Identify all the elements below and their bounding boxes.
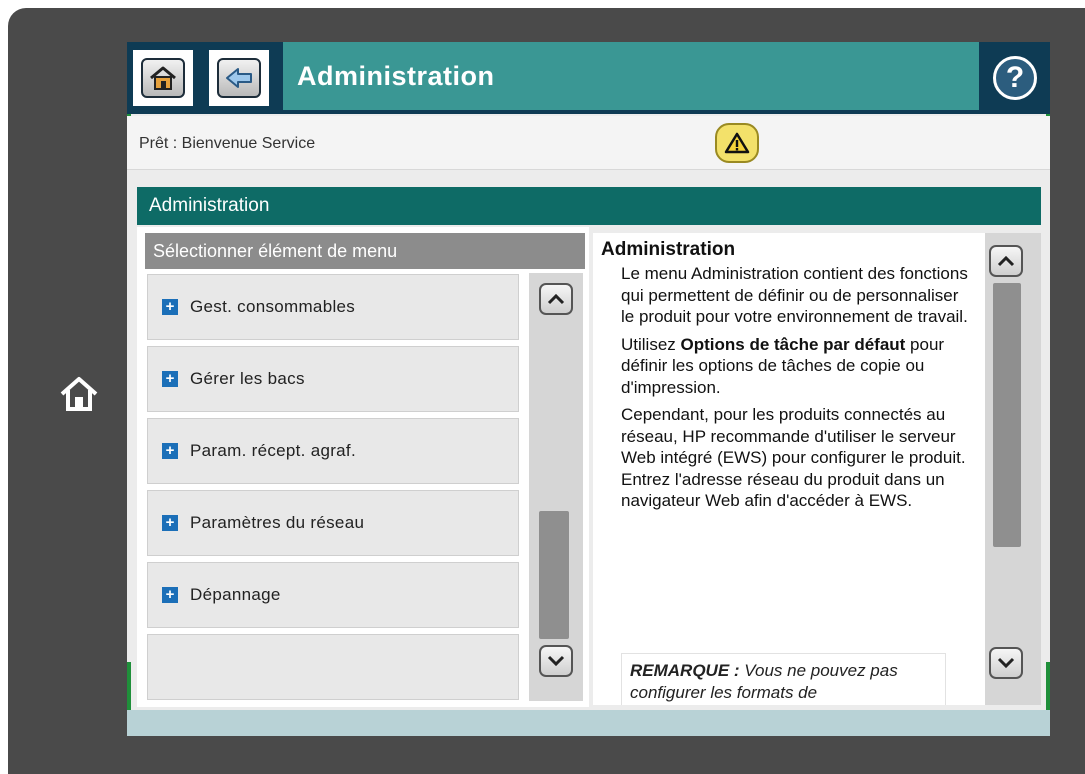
menu-scroll-down-button[interactable] — [539, 645, 573, 677]
home-icon — [150, 66, 176, 90]
home-icon[interactable] — [58, 373, 100, 415]
back-button[interactable] — [209, 50, 269, 106]
chevron-up-icon — [547, 293, 565, 305]
help-button[interactable]: ? — [984, 48, 1046, 108]
expand-plus-icon: + — [162, 443, 178, 459]
help-scroll-up-button[interactable] — [989, 245, 1023, 277]
chevron-down-icon — [997, 657, 1015, 669]
menu-scroll-thumb[interactable] — [539, 511, 569, 639]
warning-icon — [724, 132, 750, 154]
menu-item-label: Param. récept. agraf. — [190, 441, 356, 460]
bottom-strip — [127, 710, 1050, 736]
menu-item-gerer-bacs[interactable]: + Gérer les bacs — [147, 346, 519, 412]
menu-item-label: Dépannage — [190, 585, 281, 604]
home-button-face[interactable] — [141, 58, 185, 98]
menu-item-gest-consommables[interactable]: + Gest. consommables — [147, 274, 519, 340]
help-p2-prefix: Utilisez — [621, 334, 681, 354]
menu-item-label: Gérer les bacs — [190, 369, 305, 388]
help-p2-bold: Options de tâche par défaut — [680, 334, 906, 354]
help-scroll-down-button[interactable] — [989, 647, 1023, 679]
remark-label: REMARQUE : — [630, 661, 740, 680]
menu-item-label: Gest. consommables — [190, 297, 356, 316]
menu-item-empty — [147, 634, 519, 700]
menu-item-depannage[interactable]: + Dépannage — [147, 562, 519, 628]
back-button-face[interactable] — [217, 58, 261, 98]
status-bar: Prêt : Bienvenue Service — [127, 116, 1050, 170]
expand-plus-icon: + — [162, 587, 178, 603]
help-paragraph-3: Cependant, pour les produits connectés a… — [621, 405, 966, 510]
help-pane: Administration Le menu Administration co… — [593, 233, 1041, 705]
page-title: Administration — [297, 60, 495, 91]
help-scroll-thumb[interactable] — [993, 283, 1021, 547]
top-bar: Administration ? — [127, 42, 1050, 114]
menu-list-header: Sélectionner élément de menu — [145, 233, 585, 269]
help-paragraph-1: Le menu Administration contient des fonc… — [621, 264, 968, 326]
help-remark: REMARQUE : Vous ne pouvez pas configurer… — [621, 653, 946, 705]
help-body: Le menu Administration contient des fonc… — [621, 263, 976, 518]
help-paragraph-2: Utilisez Options de tâche par défaut pou… — [621, 334, 976, 399]
chevron-up-icon — [997, 255, 1015, 267]
help-icon: ? — [993, 56, 1037, 100]
warning-button[interactable] — [715, 123, 759, 163]
expand-plus-icon: + — [162, 299, 178, 315]
page-title-bar: Administration — [283, 42, 979, 110]
help-title: Administration — [601, 239, 736, 260]
menu-scroll-up-button[interactable] — [539, 283, 573, 315]
home-button[interactable] — [133, 50, 193, 106]
status-text: Prêt : Bienvenue Service — [139, 135, 316, 152]
menu-item-label: Paramètres du réseau — [190, 513, 365, 532]
expand-plus-icon: + — [162, 515, 178, 531]
help-label: ? — [1005, 61, 1025, 94]
back-arrow-icon — [226, 68, 252, 88]
menu-item-parametres-reseau[interactable]: + Paramètres du réseau — [147, 490, 519, 556]
expand-plus-icon: + — [162, 371, 178, 387]
menu-list-area: Sélectionner élément de menu + Gest. con… — [137, 227, 589, 707]
menu-item-param-recept-agraf[interactable]: + Param. récept. agraf. — [147, 418, 519, 484]
touchscreen: Administration ? Prêt : Bienvenue Servic… — [127, 42, 1050, 736]
chevron-down-icon — [547, 655, 565, 667]
panel-title: Administration — [137, 187, 1041, 225]
